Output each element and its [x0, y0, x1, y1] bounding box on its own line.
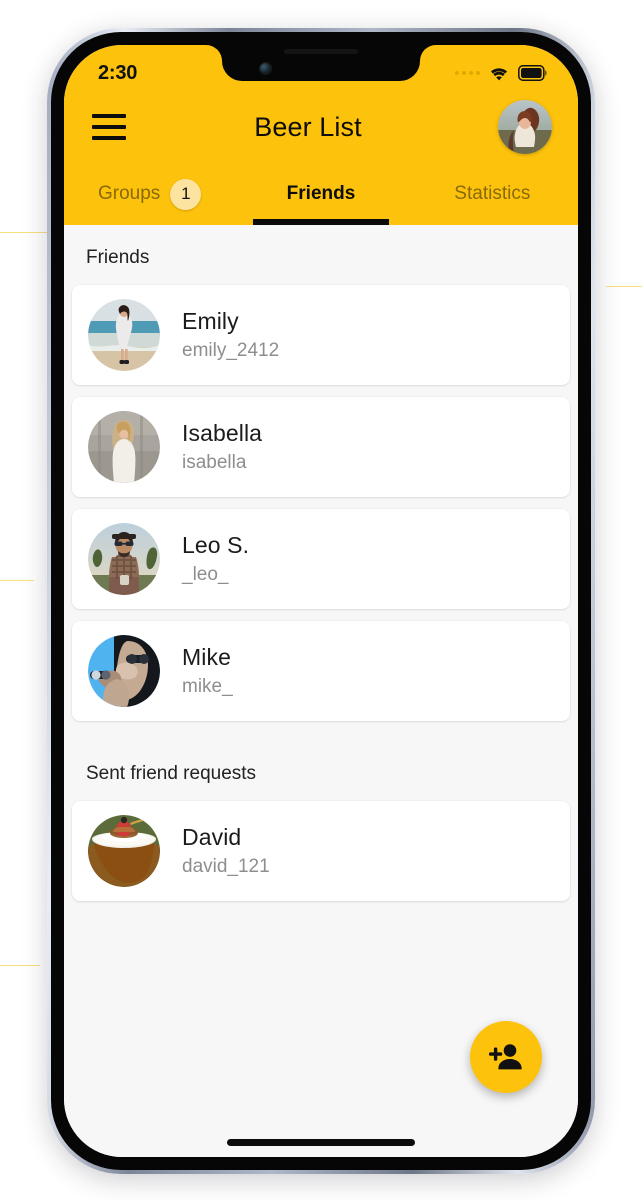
tab-friends-label: Friends [286, 183, 356, 204]
avatar [88, 299, 160, 371]
tab-statistics-label: Statistics [454, 183, 531, 204]
list-item-text: Mike mike_ [182, 644, 233, 698]
list-item-text: Isabella isabella [182, 420, 262, 474]
phone-screen: 2:30 Beer List Groups 1 Friends Statisti… [64, 45, 578, 1157]
notch-corner-left [206, 45, 222, 61]
friend-name: Mike [182, 644, 231, 670]
signal-dots-icon [455, 71, 480, 75]
decorative-guide-line [606, 286, 642, 287]
phone-device-frame: 2:30 Beer List Groups 1 Friends Statisti… [47, 28, 595, 1174]
friend-username: _leo_ [182, 564, 229, 585]
wifi-icon [488, 65, 510, 82]
tab-groups-badge: 1 [170, 178, 202, 210]
decorative-guide-line [0, 580, 34, 581]
add-friend-fab[interactable] [470, 1021, 542, 1093]
list-item[interactable]: Isabella isabella [72, 397, 570, 497]
phone-bezel: 2:30 Beer List Groups 1 Friends Statisti… [51, 32, 591, 1170]
list-item-text: Leo S. _leo_ [182, 532, 249, 586]
friend-name: David [182, 824, 242, 850]
content-area: Friends Emily emily_2412 Isabella isabel… [64, 225, 578, 1157]
friend-name: Emily [182, 308, 239, 334]
tab-bar: Groups 1 Friends Statistics [64, 163, 578, 225]
list-item-text: David david_121 [182, 824, 270, 878]
friend-username: david_121 [182, 856, 270, 877]
status-bar-indicators [455, 65, 548, 82]
device-notch [222, 45, 420, 81]
tab-statistics[interactable]: Statistics [407, 163, 578, 225]
tab-groups[interactable]: Groups 1 [64, 163, 235, 225]
list-item-text: Emily emily_2412 [182, 308, 279, 362]
home-indicator[interactable] [227, 1139, 415, 1146]
section-title-friends: Friends [86, 247, 150, 268]
earpiece-speaker [284, 49, 358, 54]
friend-username: emily_2412 [182, 340, 280, 361]
tab-friends[interactable]: Friends [235, 163, 406, 225]
friend-username: mike_ [182, 676, 233, 697]
avatar[interactable] [498, 100, 552, 154]
navigation-row: Beer List [64, 91, 578, 163]
avatar [88, 815, 160, 887]
list-item[interactable]: Leo S. _leo_ [72, 509, 570, 609]
notch-corner-right [420, 45, 436, 61]
avatar [88, 523, 160, 595]
friend-name: Leo S. [182, 532, 250, 558]
decorative-guide-line [0, 965, 40, 966]
friend-username: isabella [182, 452, 247, 473]
tab-groups-label: Groups [98, 183, 161, 204]
status-bar-clock: 2:30 [98, 61, 138, 84]
battery-full-icon [518, 65, 548, 81]
friend-name: Isabella [182, 420, 263, 446]
avatar [88, 411, 160, 483]
avatar [88, 635, 160, 707]
list-item[interactable]: Emily emily_2412 [72, 285, 570, 385]
list-item[interactable]: Mike mike_ [72, 621, 570, 721]
page-canvas: 2:30 Beer List Groups 1 Friends Statisti… [0, 0, 642, 1200]
front-camera-icon [260, 63, 271, 74]
section-title-sent-friend-requests: Sent friend requests [86, 763, 257, 784]
person-add-icon [489, 1042, 523, 1073]
page-title: Beer List [254, 111, 362, 142]
list-item[interactable]: David david_121 [72, 801, 570, 901]
